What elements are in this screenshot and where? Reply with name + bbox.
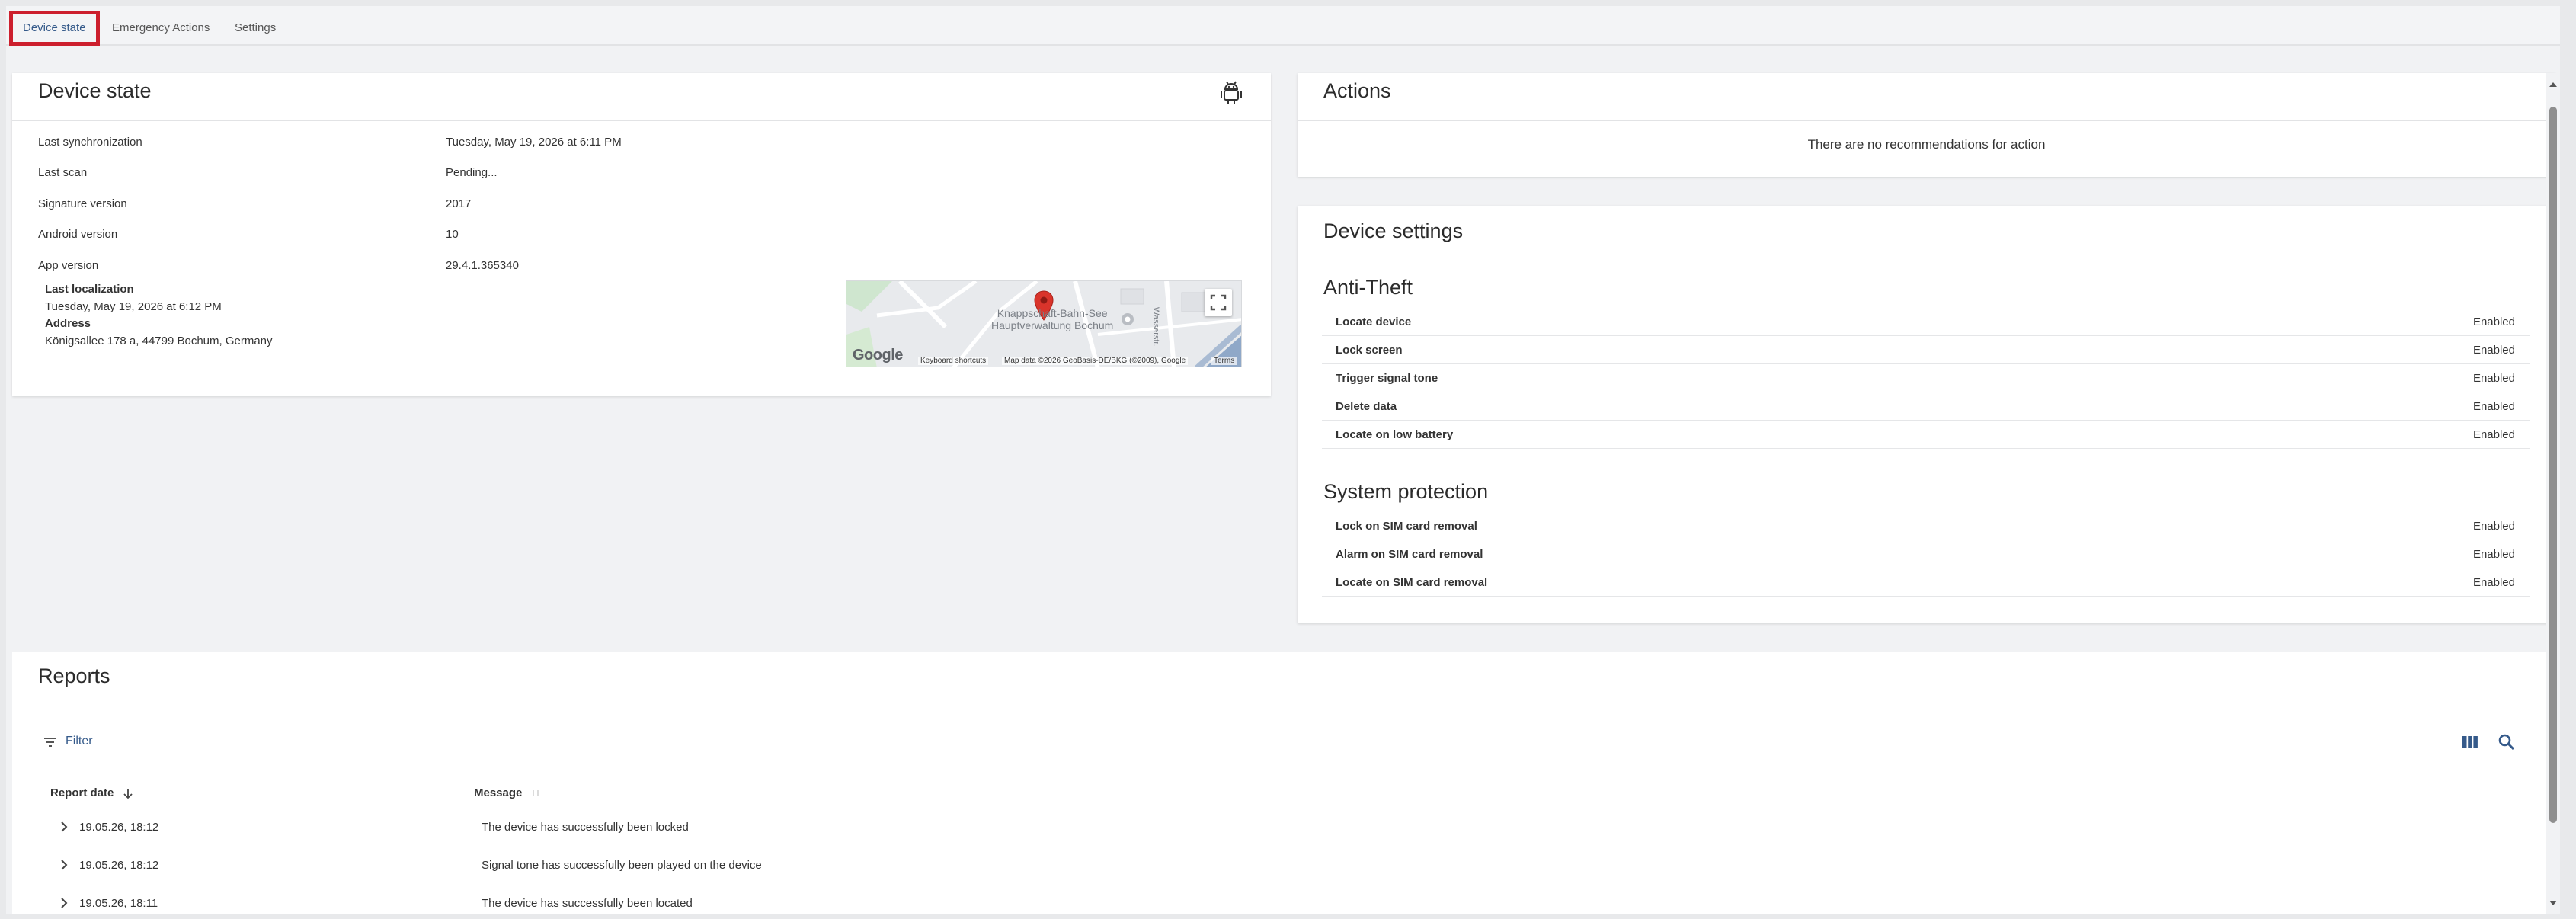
setting-state: Enabled: [2472, 344, 2515, 357]
last-localization-value: Tuesday, May 19, 2026 at 6:12 PM: [45, 300, 222, 313]
report-date: 19.05.26, 18:11: [79, 897, 158, 910]
table-row[interactable]: 19.05.26, 18:12 The device has successfu…: [43, 809, 2530, 847]
setting-row-alarm-on-sim-removal: Alarm on SIM card removal Enabled: [1322, 540, 2530, 568]
scroll-up-arrow-icon[interactable]: [2546, 79, 2560, 90]
report-message: The device has successfully been locked: [482, 821, 689, 834]
reports-table-header: Report date Message: [43, 782, 2530, 809]
setting-name: Lock on SIM card removal: [1336, 520, 1477, 533]
sort-neutral-icon: [532, 790, 539, 797]
filter-label: Filter: [66, 735, 93, 748]
setting-state: Enabled: [2472, 548, 2515, 561]
device-settings-card: Device settings Anti-Theft Locate device…: [1298, 206, 2555, 623]
chevron-right-icon[interactable]: [58, 857, 70, 873]
tab-bar: Device state Emergency Actions Settings: [6, 6, 2560, 46]
value-last-scan: Pending...: [446, 166, 498, 179]
address-value: Königsallee 178 a, 44799 Bochum, Germany: [45, 335, 273, 347]
search-icon[interactable]: [2498, 733, 2516, 751]
app-frame: Device state Emergency Actions Settings …: [6, 6, 2560, 914]
actions-empty-text: There are no recommendations for action: [1807, 137, 2046, 152]
column-report-date[interactable]: Report date: [50, 786, 134, 799]
setting-state: Enabled: [2472, 428, 2515, 441]
column-message[interactable]: Message: [474, 786, 541, 799]
setting-row-locate-on-sim-removal: Locate on SIM card removal Enabled: [1322, 568, 2530, 597]
location-map[interactable]: Knappschaft-Bahn-See Hauptverwaltung Boc…: [846, 280, 1242, 367]
setting-name: Delete data: [1336, 400, 1397, 413]
scroll-down-arrow-icon[interactable]: [2546, 898, 2560, 908]
sort-down-icon: [123, 789, 133, 799]
page-scrollbar[interactable]: [2546, 73, 2560, 914]
label-last-scan: Last scan: [38, 166, 88, 179]
device-state-card: Device state Last synchronization Tuesda…: [12, 73, 1271, 396]
setting-name: Locate on low battery: [1336, 428, 1454, 441]
map-street-label: Wasserstr.: [1151, 307, 1160, 347]
setting-row-locate-on-low-battery: Locate on low battery Enabled: [1322, 421, 2530, 449]
report-message: The device has successfully been located: [482, 897, 693, 910]
system-protection-heading: System protection: [1323, 480, 1489, 503]
actions-title: Actions: [1323, 79, 1391, 102]
setting-name: Trigger signal tone: [1336, 372, 1438, 385]
map-terms-link[interactable]: Terms: [1211, 357, 1237, 365]
map-footer: Keyboard shortcuts Map data ©2026 GeoBas…: [846, 355, 1241, 367]
label-android-version: Android version: [38, 228, 118, 241]
reports-title: Reports: [38, 664, 110, 687]
setting-row-delete-data: Delete data Enabled: [1322, 392, 2530, 421]
table-row[interactable]: 19.05.26, 18:11 The device has successfu…: [43, 885, 2530, 914]
setting-state: Enabled: [2472, 520, 2515, 533]
device-settings-title: Device settings: [1323, 219, 1464, 242]
tab-device-state[interactable]: Device state: [9, 11, 100, 46]
fullscreen-icon: [1210, 294, 1227, 311]
report-message: Signal tone has successfully been played…: [482, 859, 762, 872]
tab-settings[interactable]: Settings: [235, 11, 276, 46]
value-app-version: 29.4.1.365340: [446, 259, 519, 272]
reports-card: Reports Filter Report date Message 19.05…: [12, 652, 2555, 914]
map-poi-label: Knappschaft-Bahn-See Hauptverwaltung Boc…: [991, 307, 1114, 331]
setting-name: Alarm on SIM card removal: [1336, 548, 1483, 561]
setting-state: Enabled: [2472, 372, 2515, 385]
table-row[interactable]: 19.05.26, 18:12 Signal tone has successf…: [43, 847, 2530, 885]
last-localization-label: Last localization: [45, 283, 134, 296]
actions-card: Actions There are no recommendations for…: [1298, 73, 2555, 177]
label-app-version: App version: [38, 259, 99, 272]
report-date: 19.05.26, 18:12: [79, 859, 159, 872]
android-icon: [1221, 81, 1242, 104]
setting-row-lock-on-sim-removal: Lock on SIM card removal Enabled: [1322, 512, 2530, 540]
map-fullscreen-button[interactable]: [1205, 289, 1232, 316]
setting-row-locate-device: Locate device Enabled: [1322, 308, 2530, 336]
label-signature-version: Signature version: [38, 197, 127, 210]
columns-icon[interactable]: [2462, 735, 2478, 750]
tab-emergency-actions[interactable]: Emergency Actions: [112, 11, 210, 46]
setting-state: Enabled: [2472, 315, 2515, 328]
value-signature-version: 2017: [446, 197, 472, 210]
filter-icon: [44, 738, 56, 747]
value-android-version: 10: [446, 228, 459, 241]
chevron-right-icon[interactable]: [58, 819, 70, 834]
setting-row-trigger-signal-tone: Trigger signal tone Enabled: [1322, 364, 2530, 392]
value-last-synchronization: Tuesday, May 19, 2026 at 6:11 PM: [446, 136, 622, 149]
chevron-right-icon[interactable]: [58, 895, 70, 911]
setting-row-lock-screen: Lock screen Enabled: [1322, 336, 2530, 364]
setting-state: Enabled: [2472, 400, 2515, 413]
setting-name: Locate device: [1336, 315, 1412, 328]
label-last-synchronization: Last synchronization: [38, 136, 142, 149]
setting-name: Lock screen: [1336, 344, 1403, 357]
setting-state: Enabled: [2472, 576, 2515, 589]
map-attribution: Map data ©2026 GeoBasis-DE/BKG (©2009), …: [1002, 357, 1189, 365]
address-label: Address: [45, 317, 91, 330]
device-state-title: Device state: [38, 79, 152, 102]
scrollbar-thumb[interactable]: [2549, 107, 2557, 823]
anti-theft-heading: Anti-Theft: [1323, 276, 1413, 299]
setting-name: Locate on SIM card removal: [1336, 576, 1488, 589]
keyboard-shortcuts-link[interactable]: Keyboard shortcuts: [918, 357, 989, 365]
report-date: 19.05.26, 18:12: [79, 821, 159, 834]
